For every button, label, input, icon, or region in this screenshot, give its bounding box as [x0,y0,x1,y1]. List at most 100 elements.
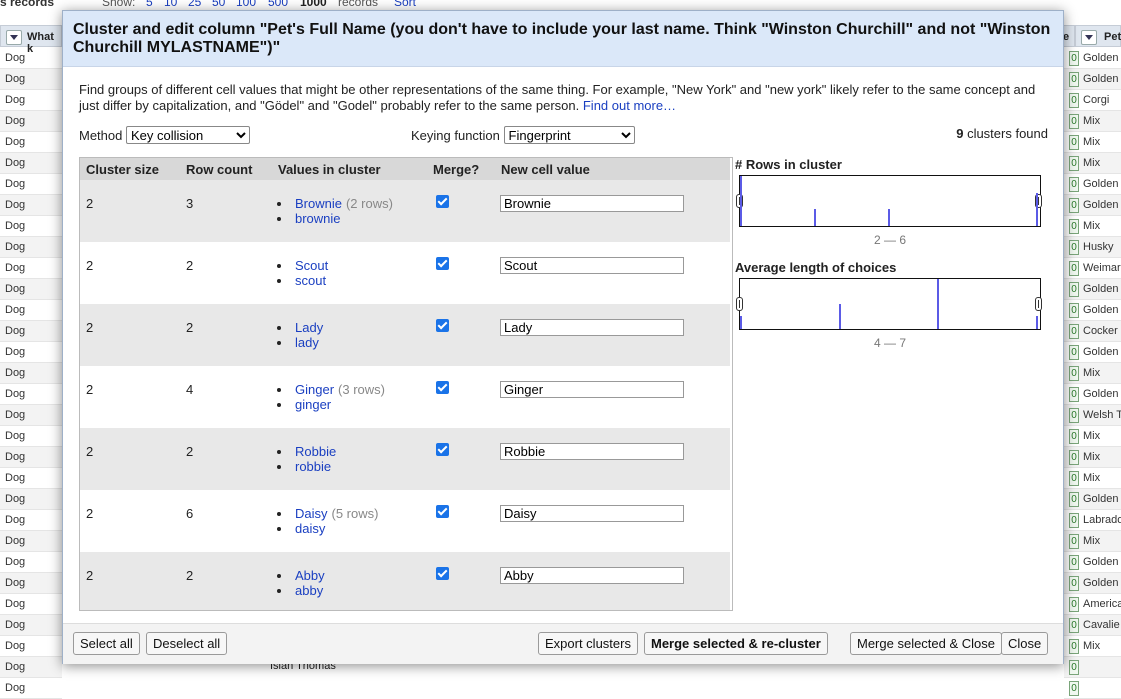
background-table-row: Dog [0,111,62,132]
cluster-value-link[interactable]: Robbie [295,444,336,459]
cluster-value-item: Daisy (5 rows) [277,506,378,521]
cluster-value-link[interactable]: lady [295,335,319,350]
cluster-size: 2 [86,444,94,459]
average-length-histogram[interactable] [736,278,1042,330]
cluster-value-link[interactable]: Ginger [295,382,334,397]
range-max-handle[interactable] [1035,297,1042,311]
cluster-value-item: Robbie [277,444,336,459]
new-cell-value-input[interactable] [500,319,684,336]
background-table-row: 0 America [1064,594,1121,615]
deselect-all-button[interactable]: Deselect all [146,632,228,655]
histogram-bar [740,176,742,226]
header-new-cell-value: New cell value [501,162,590,177]
row-count: 2 [186,258,194,273]
column-dropdown-icon[interactable] [1081,30,1097,45]
select-all-button[interactable]: Select all [73,632,140,655]
close-button[interactable]: Close [1001,632,1049,655]
background-table-row: Dog [0,153,62,174]
new-cell-value-input[interactable] [500,505,684,522]
count-badge: 0 [1069,113,1079,129]
cluster-values-list: Daisy (5 rows) daisy [277,506,378,536]
background-right-column: 0 Golden 0 Golden 0 Corgi 0 Mix 0 Mix 0 Mix 0 Golden 0… [1064,48,1121,699]
pet-type-cell: Cavalie [1083,619,1120,631]
sort-menu[interactable]: Sort [394,0,416,9]
cluster-value-link[interactable]: Brownie [295,196,342,211]
header-cluster-size: Cluster size [86,162,159,177]
merge-checkbox[interactable] [436,257,449,270]
row-count: 6 [186,506,194,521]
cluster-value-link[interactable]: Lady [295,320,323,335]
background-table-row: Dog [0,468,62,489]
histogram-bar [839,304,841,329]
background-table-row: 0 Golden [1064,489,1121,510]
column-header-what-kind[interactable]: What k [0,25,62,55]
merge-checkbox[interactable] [436,567,449,580]
cluster-value-link[interactable]: daisy [295,521,325,536]
pet-type-cell: Mix [1083,535,1101,547]
column-dropdown-icon[interactable] [6,30,22,45]
merge-checkbox[interactable] [436,319,449,332]
new-cell-value-input[interactable] [500,257,684,274]
header-row-count: Row count [186,162,253,177]
histogram-bar [1036,316,1038,329]
background-table-row: 0 Welsh T [1064,405,1121,426]
merge-and-recluster-button[interactable]: Merge selected & re-cluster [644,632,828,655]
column-header-pet[interactable]: Pet [1075,25,1121,47]
page-size-100[interactable]: 100 [236,0,256,9]
cluster-value-link[interactable]: robbie [295,459,331,474]
page-size-500[interactable]: 500 [268,0,288,9]
find-out-more-link[interactable]: Find out more… [583,98,676,113]
cluster-value-link[interactable]: scout [295,273,326,288]
background-table-row: Dog [0,678,62,699]
keying-function-select[interactable]: Fingerprint [503,126,635,144]
average-length-facet-title: Average length of choices [735,260,897,275]
merge-checkbox[interactable] [436,195,449,208]
dialog-footer: Select all Deselect all Export clusters … [63,623,1063,664]
cluster-value-link[interactable]: Daisy [295,506,328,521]
cluster-value-link[interactable]: Scout [295,258,328,273]
cluster-value-link[interactable]: abby [295,583,323,598]
page-size-25[interactable]: 25 [188,0,201,9]
count-badge: 0 [1069,197,1079,213]
method-label: Method [79,128,123,143]
pet-type-cell: Corgi [1083,94,1110,106]
cluster-size: 2 [86,506,94,521]
cluster-value-link[interactable]: ginger [295,397,331,412]
pet-type-cell: Weimar [1083,262,1121,274]
new-cell-value-input[interactable] [500,567,684,584]
cluster-value-item: robbie [277,459,336,474]
cluster-value-item: Lady [277,320,323,335]
background-table-row: 0 Mix [1064,153,1121,174]
merge-checkbox[interactable] [436,505,449,518]
export-clusters-button[interactable]: Export clusters [538,632,638,655]
background-table-row: 0 Golden [1064,69,1121,90]
value-row-count: (5 rows) [331,506,379,521]
new-cell-value-input[interactable] [500,381,684,398]
pet-type-cell: Golden [1083,73,1119,85]
range-min-handle[interactable] [736,297,743,311]
cluster-value-link[interactable]: Abby [295,568,325,583]
count-badge: 0 [1069,512,1079,528]
cluster-value-item: scout [277,273,328,288]
page-size-10[interactable]: 10 [164,0,177,9]
merge-checkbox[interactable] [436,443,449,456]
merge-and-close-button[interactable]: Merge selected & Close [850,632,1003,655]
keying-function-control: Keying function Fingerprint [411,126,635,144]
background-table-row: 0 Mix [1064,636,1121,657]
row-count: 3 [186,196,194,211]
count-badge: 0 [1069,134,1079,150]
count-badge: 0 [1069,575,1079,591]
new-cell-value-input[interactable] [500,195,684,212]
pet-type-cell: Mix [1083,367,1101,379]
page-size-5[interactable]: 5 [146,0,153,9]
rows-in-cluster-histogram[interactable] [736,175,1042,227]
page-size-50[interactable]: 50 [212,0,225,9]
clusters-table[interactable]: Cluster size Row count Values in cluster… [79,157,733,611]
new-cell-value-input[interactable] [500,443,684,460]
cluster-value-link[interactable]: brownie [295,211,341,226]
row-count: 2 [186,444,194,459]
histogram-bar [937,279,939,329]
method-select[interactable]: Key collision [126,126,250,144]
merge-checkbox[interactable] [436,381,449,394]
clusters-found-status: 9 clusters found [956,126,1048,141]
